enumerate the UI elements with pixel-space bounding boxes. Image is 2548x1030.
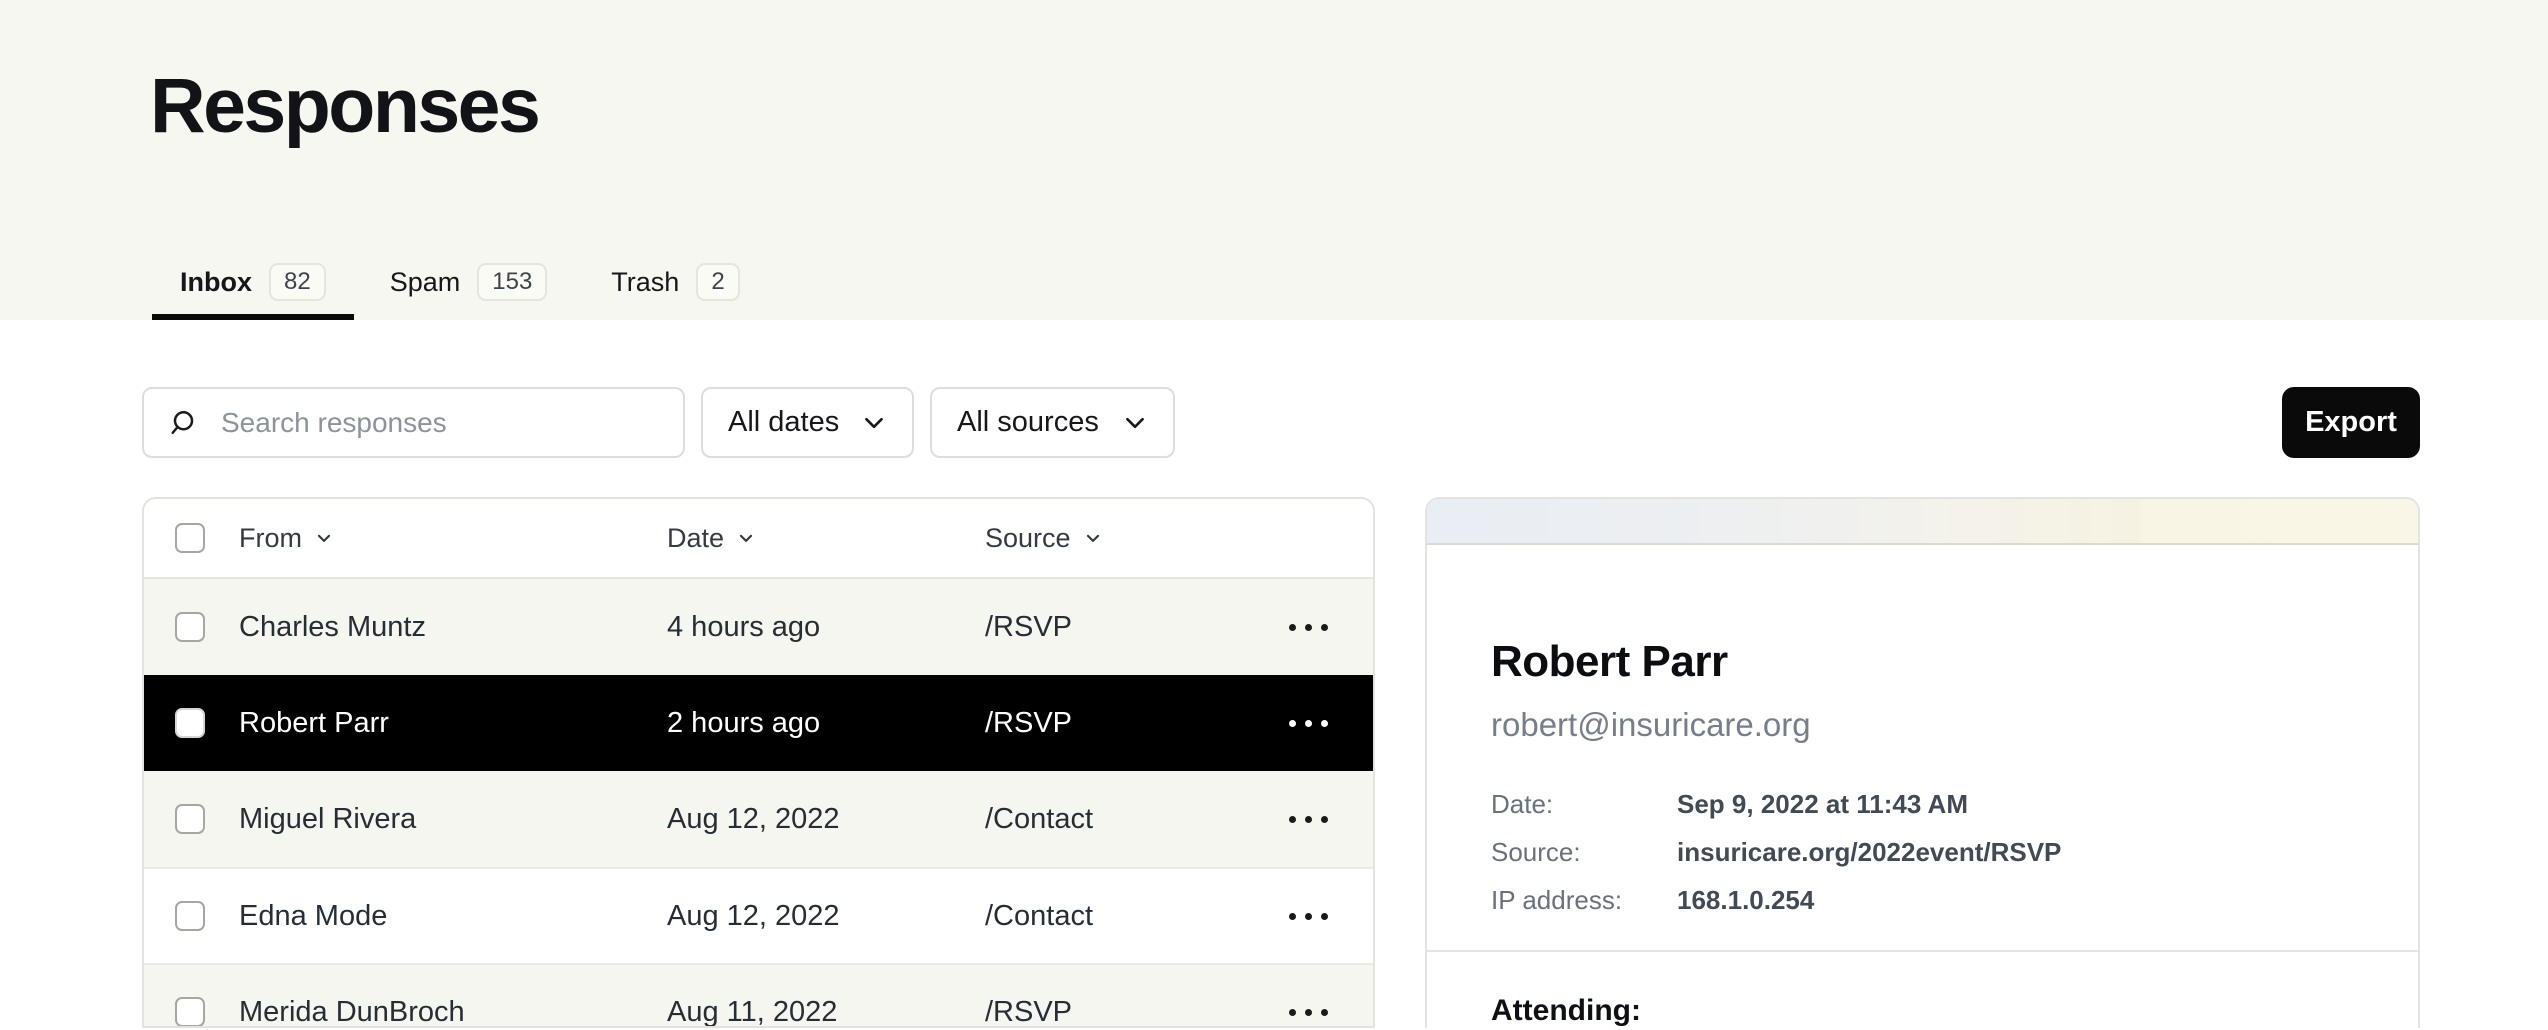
respondent-name: Robert Parr <box>1491 637 2354 687</box>
column-header-source[interactable]: Source <box>985 523 1243 554</box>
search-box[interactable] <box>142 387 685 458</box>
tab-spam-count-badge: 153 <box>477 263 547 302</box>
row-source: /RSVP <box>985 707 1243 740</box>
table-header-row: From Date Source <box>144 499 1373 579</box>
row-from: Merida DunBroch <box>239 996 667 1029</box>
metadata-fields: Date: Sep 9, 2022 at 11:43 AM Source: in… <box>1491 780 2354 924</box>
row-date: Aug 12, 2022 <box>667 803 985 836</box>
field-date-value: Sep 9, 2022 at 11:43 AM <box>1677 780 2354 828</box>
responses-table: From Date Source Charles Muntz <box>142 497 1375 1028</box>
attending-heading: Attending: <box>1491 994 2354 1028</box>
row-menu-button[interactable] <box>1279 903 1338 930</box>
tab-trash-count-badge: 2 <box>696 263 739 302</box>
date-filter-dropdown[interactable]: All dates <box>701 387 914 458</box>
source-filter-dropdown[interactable]: All sources <box>930 387 1175 458</box>
table-row[interactable]: Merida DunBroch Aug 11, 2022 /RSVP <box>144 963 1373 1028</box>
row-from: Charles Muntz <box>239 611 667 644</box>
page-title: Responses <box>150 62 538 151</box>
row-source: /RSVP <box>985 611 1243 644</box>
field-source: Source: insuricare.org/2022event/RSVP <box>1491 828 2354 876</box>
select-all-checkbox[interactable] <box>175 523 239 553</box>
row-date: Aug 11, 2022 <box>667 996 985 1029</box>
chevron-down-icon <box>314 528 334 548</box>
response-detail-panel: Robert Parr robert@insuricare.org Date: … <box>1425 497 2420 1028</box>
tab-trash-label: Trash <box>611 267 679 298</box>
search-input[interactable] <box>219 406 660 440</box>
search-icon <box>167 408 197 438</box>
column-header-date[interactable]: Date <box>667 523 985 554</box>
chevron-down-icon <box>736 528 756 548</box>
chevron-down-icon <box>861 410 887 436</box>
table-row[interactable]: Miguel Rivera Aug 12, 2022 /Contact <box>144 771 1373 867</box>
row-checkbox[interactable] <box>175 804 239 834</box>
export-button[interactable]: Export <box>2282 387 2420 458</box>
field-date: Date: Sep 9, 2022 at 11:43 AM <box>1491 780 2354 828</box>
tab-bar: Inbox 82 Spam 153 Trash 2 <box>152 250 768 320</box>
row-from: Edna Mode <box>239 900 667 933</box>
row-date: 4 hours ago <box>667 611 985 644</box>
field-source-value: insuricare.org/2022event/RSVP <box>1677 828 2354 876</box>
row-menu-button[interactable] <box>1279 806 1338 833</box>
row-date: Aug 12, 2022 <box>667 900 985 933</box>
hero-section: Responses Inbox 82 Spam 153 Trash 2 <box>0 0 2548 320</box>
tab-trash[interactable]: Trash 2 <box>583 250 767 320</box>
detail-divider <box>1427 950 2418 952</box>
table-row[interactable]: Charles Muntz 4 hours ago /RSVP <box>144 579 1373 675</box>
respondent-email: robert@insuricare.org <box>1491 706 2354 744</box>
row-date: 2 hours ago <box>667 707 985 740</box>
field-ip: IP address: 168.1.0.254 <box>1491 876 2354 924</box>
detail-header-gradient <box>1427 499 2418 545</box>
table-row[interactable]: Edna Mode Aug 12, 2022 /Contact <box>144 867 1373 963</box>
row-checkbox[interactable] <box>175 997 239 1027</box>
tab-spam-label: Spam <box>390 267 461 298</box>
row-menu-button[interactable] <box>1279 999 1338 1026</box>
tab-spam[interactable]: Spam 153 <box>362 250 576 320</box>
field-source-label: Source: <box>1491 828 1677 876</box>
row-checkbox[interactable] <box>175 901 239 931</box>
date-filter-label: All dates <box>728 406 839 439</box>
row-checkbox[interactable] <box>175 612 239 642</box>
chevron-down-icon <box>1083 528 1103 548</box>
row-menu-button[interactable] <box>1279 710 1338 737</box>
row-source: /RSVP <box>985 996 1243 1029</box>
toolbar: All dates All sources Export <box>142 387 2420 458</box>
detail-body: Robert Parr robert@insuricare.org Date: … <box>1427 545 2418 1028</box>
row-checkbox[interactable] <box>175 708 239 738</box>
row-source: /Contact <box>985 803 1243 836</box>
source-filter-label: All sources <box>957 406 1099 439</box>
tab-inbox-count-badge: 82 <box>269 263 326 302</box>
tab-inbox-label: Inbox <box>180 267 252 298</box>
tab-inbox[interactable]: Inbox 82 <box>152 250 354 320</box>
table-row-selected[interactable]: Robert Parr 2 hours ago /RSVP <box>144 675 1373 771</box>
row-from: Robert Parr <box>239 707 667 740</box>
main-area: From Date Source Charles Muntz <box>142 497 2420 1028</box>
column-header-from[interactable]: From <box>239 523 667 554</box>
field-date-label: Date: <box>1491 780 1677 828</box>
field-ip-value: 168.1.0.254 <box>1677 876 2354 924</box>
chevron-down-icon <box>1122 410 1148 436</box>
row-from: Miguel Rivera <box>239 803 667 836</box>
row-menu-button[interactable] <box>1279 614 1338 641</box>
field-ip-label: IP address: <box>1491 876 1677 924</box>
row-source: /Contact <box>985 900 1243 933</box>
